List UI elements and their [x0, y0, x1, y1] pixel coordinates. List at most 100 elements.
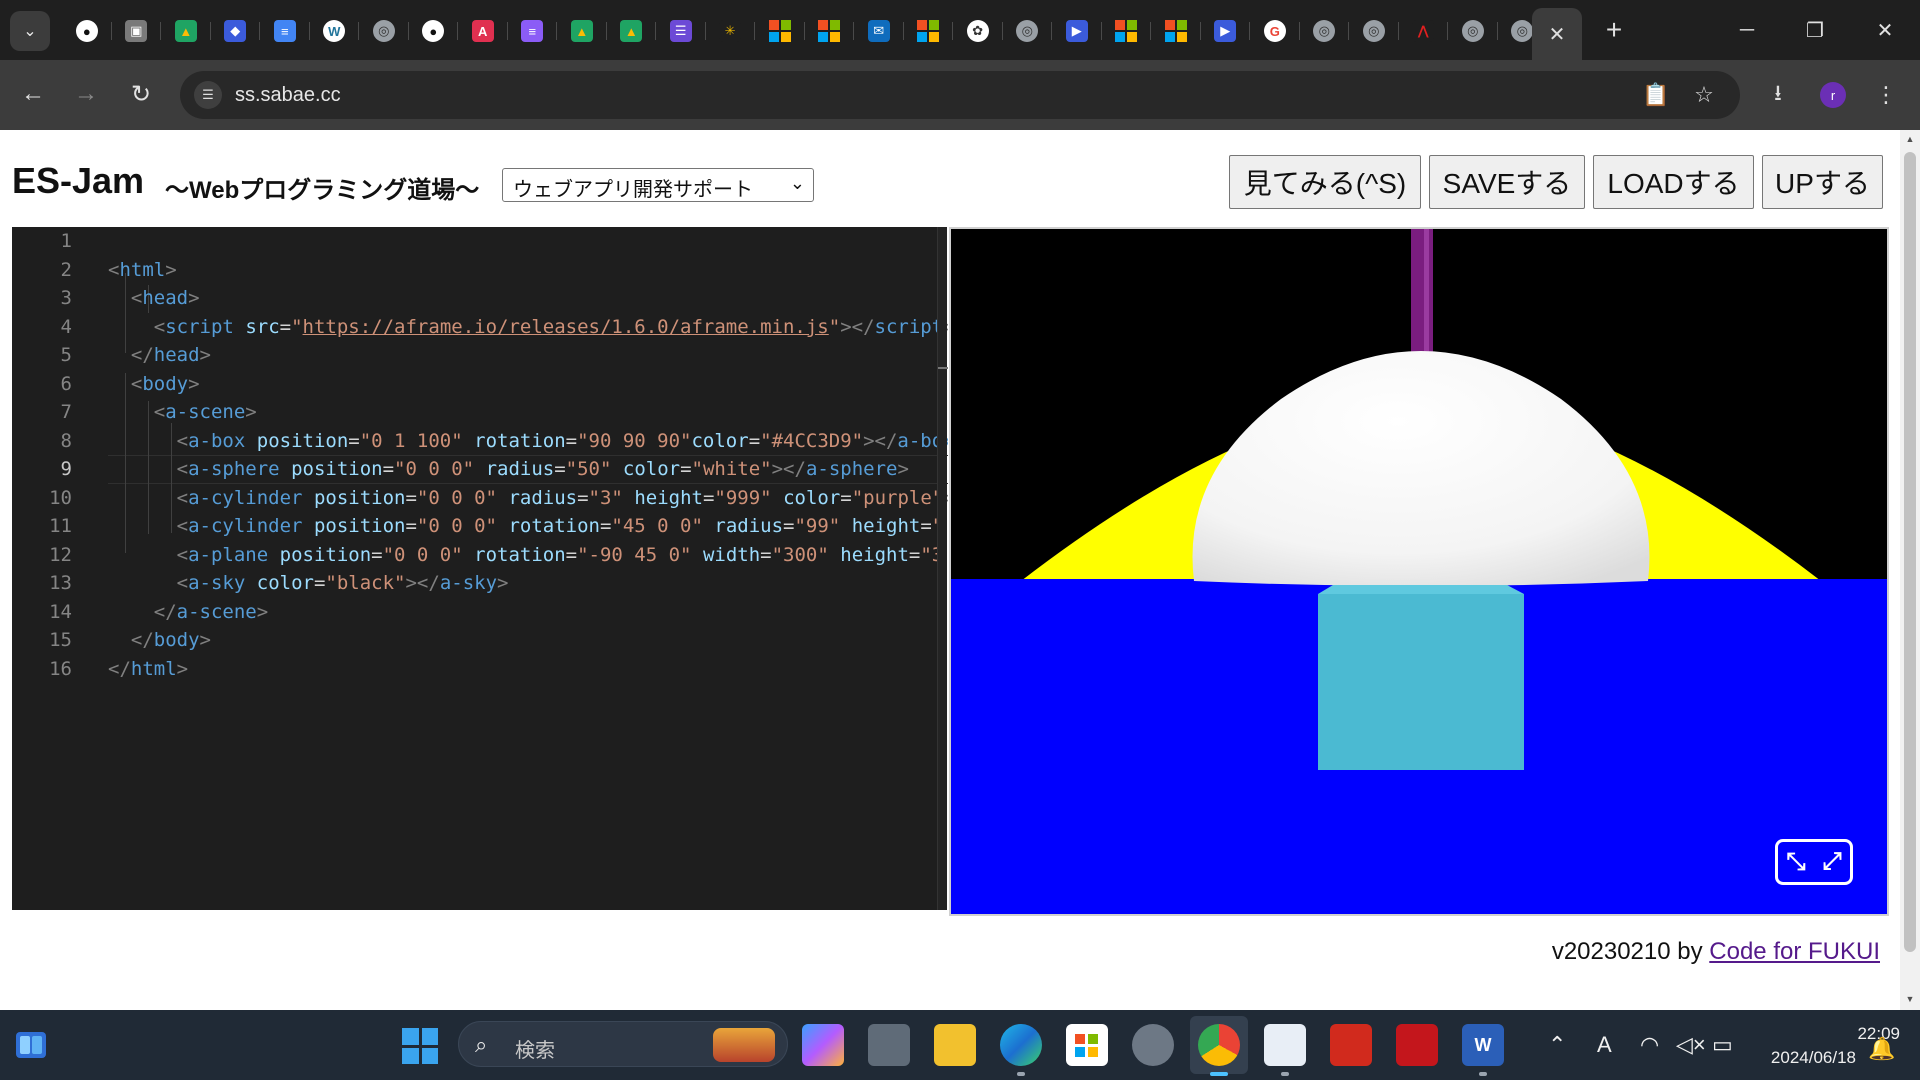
close-window-button[interactable]: ✕	[1860, 10, 1910, 50]
scroll-up-arrow-icon[interactable]: ▲	[1900, 134, 1920, 148]
google-icon: G	[1263, 20, 1286, 42]
ms-logo-icon	[1075, 1033, 1099, 1057]
browser-tab[interactable]: ≡	[508, 10, 557, 52]
aframe-scene-render	[951, 229, 1887, 914]
load-button[interactable]: LOADする	[1593, 155, 1754, 209]
line-number-gutter: 1 2 3 4 5 6 7 8 9 10 11 12 13 14 15 16	[12, 227, 72, 910]
browser-tab[interactable]	[755, 10, 805, 52]
store-icon[interactable]	[1066, 1024, 1108, 1066]
clock-date[interactable]: 2024/06/18	[1750, 1048, 1856, 1068]
taskbar-search[interactable]: ⌕ 検索	[458, 1021, 788, 1067]
copilot-icon[interactable]	[802, 1024, 844, 1066]
line-number: 15	[49, 629, 72, 651]
save-button[interactable]: SAVEする	[1429, 155, 1585, 209]
browser-tab[interactable]: ▶	[1201, 10, 1250, 52]
upload-button[interactable]: UPする	[1762, 155, 1883, 209]
close-icon: ✕	[1876, 19, 1894, 42]
globe-icon: ◎	[1016, 20, 1039, 42]
version-text: v20230210 by	[1551, 938, 1710, 965]
address-bar[interactable]: ☰ ss.sabae.cc 📋 ☆	[180, 71, 1740, 119]
browser-tab[interactable]: ▲	[557, 10, 607, 52]
speaker-muted-icon[interactable]: ◁×	[1676, 1032, 1706, 1058]
browser-tab[interactable]: ✳	[706, 10, 755, 52]
reload-button[interactable]: ↻	[121, 74, 161, 114]
start-button[interactable]	[402, 1028, 438, 1064]
preview-frame[interactable]: ⤡ ⤢	[949, 227, 1889, 916]
browser-tab[interactable]: ☰	[656, 10, 706, 52]
close-tab-icon[interactable]: ✕	[1549, 22, 1566, 47]
taskbar-search-label: 検索	[515, 1040, 555, 1062]
code-line-11: <a-cylinder position="0 0 0" rotation="4…	[176, 515, 944, 537]
back-button[interactable]: ←	[13, 74, 53, 114]
run-button[interactable]: 見てみる(^S)	[1229, 155, 1421, 209]
task-view-icon[interactable]	[868, 1024, 910, 1066]
browser-tab[interactable]	[1102, 10, 1151, 52]
tab-search-button[interactable]: ⌄	[10, 11, 50, 51]
browser-tab[interactable]	[904, 10, 953, 52]
browser-tab[interactable]: ◆	[211, 10, 260, 52]
vr-fullscreen-button[interactable]: ⤡ ⤢	[1775, 839, 1853, 885]
word-icon[interactable]: W	[1462, 1024, 1504, 1076]
acrobat-icon[interactable]	[1330, 1024, 1372, 1066]
line-number: 13	[49, 572, 72, 594]
restore-button[interactable]: ❐	[1790, 10, 1840, 50]
new-tab-button[interactable]: +	[1597, 13, 1631, 47]
download-icon[interactable]: ⭳	[1758, 75, 1798, 115]
url-text[interactable]: ss.sabae.cc	[235, 84, 341, 107]
browser-tab[interactable]: ◎	[1003, 10, 1052, 52]
browser-tab[interactable]: ▲	[161, 10, 211, 52]
settings-gear-icon[interactable]	[1132, 1024, 1174, 1066]
browser-tab[interactable]: ≡	[260, 10, 310, 52]
browser-tab[interactable]: ▣	[112, 10, 161, 52]
browser-tab[interactable]: ◎	[1448, 10, 1498, 52]
battery-icon[interactable]: ▭	[1712, 1032, 1733, 1058]
scroll-thumb[interactable]	[1904, 152, 1916, 952]
red-app-icon[interactable]	[1396, 1024, 1438, 1066]
ime-indicator[interactable]: A	[1597, 1032, 1612, 1058]
code-for-fukui-link[interactable]: Code for FUKUI	[1709, 938, 1880, 965]
widgets-icon[interactable]	[14, 1028, 48, 1062]
browser-tab[interactable]: ⋀	[1399, 10, 1448, 52]
editor-overview-ruler[interactable]	[937, 227, 948, 910]
browser-tab[interactable]: ✿	[953, 10, 1003, 52]
browser-tab[interactable]: ●	[62, 10, 112, 52]
copilot-icon: ▶	[1065, 20, 1088, 42]
minimize-button[interactable]: ─	[1722, 10, 1772, 50]
code-area[interactable]: <html> <head> <script src="https://afram…	[108, 227, 948, 910]
site-info-icon[interactable]: ☰	[194, 81, 222, 109]
browser-tab[interactable]: W	[310, 10, 359, 52]
notepad-icon[interactable]	[1264, 1024, 1306, 1076]
chevron-up-icon[interactable]: ⌃	[1548, 1032, 1566, 1058]
scroll-down-arrow-icon[interactable]: ▼	[1900, 994, 1920, 1008]
file-explorer-icon[interactable]	[934, 1024, 976, 1066]
browser-tab[interactable]: G	[1250, 10, 1300, 52]
browser-tab[interactable]: ▲	[607, 10, 656, 52]
active-tab[interactable]: ✕	[1532, 8, 1582, 60]
bookmark-star-icon[interactable]: ☆	[1690, 81, 1718, 109]
clipboard-icon[interactable]: 📋	[1642, 81, 1670, 109]
browser-tab[interactable]	[1151, 10, 1201, 52]
browser-tab[interactable]: ●	[409, 10, 458, 52]
overview-marker	[938, 367, 948, 369]
browser-tab[interactable]: ◎	[1349, 10, 1399, 52]
browser-tab[interactable]	[805, 10, 854, 52]
browser-tab[interactable]: ◎	[359, 10, 409, 52]
browser-tab[interactable]: ✉	[854, 10, 904, 52]
menu-kebab-icon[interactable]: ⋮	[1866, 75, 1906, 115]
forward-button[interactable]: →	[66, 74, 106, 114]
wifi-icon[interactable]: ◠	[1640, 1032, 1659, 1058]
edge-icon[interactable]	[1000, 1024, 1042, 1076]
mode-select[interactable]: ウェブアプリ開発サポート ⌄	[502, 168, 814, 202]
browser-tab[interactable]: ▶	[1052, 10, 1102, 52]
wordpress-icon: W	[323, 20, 346, 42]
browser-tab[interactable]: A	[458, 10, 508, 52]
code-line-13: <a-sky color="black"></a-sky>	[176, 572, 509, 594]
chrome-icon[interactable]	[1198, 1024, 1240, 1076]
notification-bell-icon[interactable]: 🔔	[1868, 1036, 1895, 1062]
page-scrollbar[interactable]: ▲ ▼	[1900, 130, 1920, 1010]
stack-icon: ≡	[521, 20, 544, 42]
browser-tab[interactable]: ◎	[1300, 10, 1349, 52]
outlook-icon: ✉	[867, 20, 890, 42]
code-editor[interactable]: 1 2 3 4 5 6 7 8 9 10 11 12 13 14 15 16 <html> <head> <s…	[12, 227, 948, 910]
profile-avatar[interactable]: r	[1820, 82, 1846, 108]
